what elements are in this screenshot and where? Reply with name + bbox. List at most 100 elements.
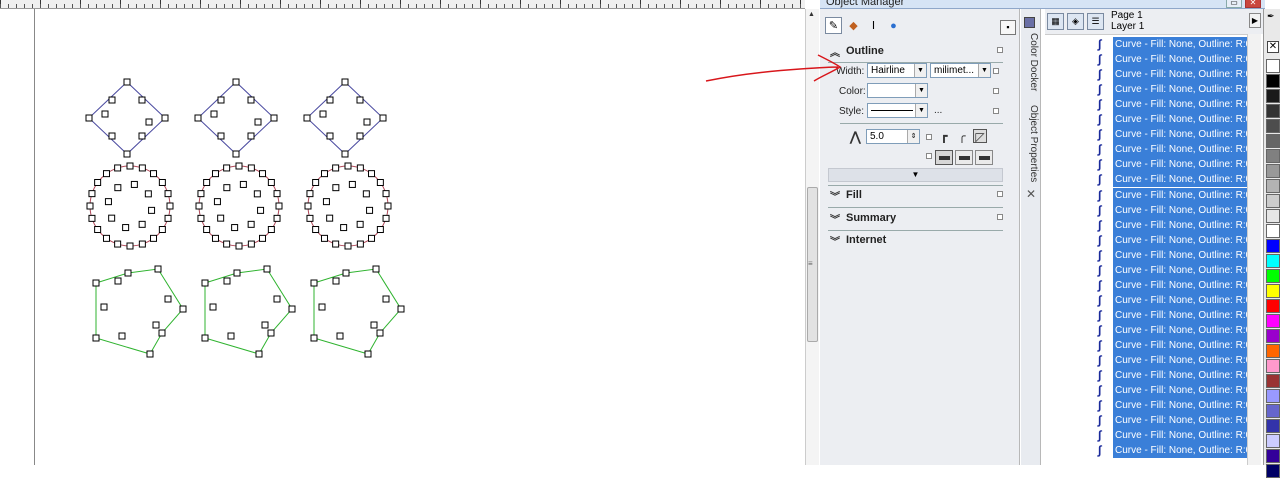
- width-select[interactable]: Hairline ▼: [867, 63, 927, 78]
- color-docker-icon[interactable]: [1024, 17, 1035, 28]
- diamond-curve[interactable]: [197, 81, 275, 155]
- node-handle[interactable]: [146, 350, 154, 358]
- list-item[interactable]: ∫ Curve - Fill: None, Outline: R:0: [1098, 97, 1247, 113]
- node-handle[interactable]: [368, 234, 376, 242]
- list-item[interactable]: ∫ Curve - Fill: None, Outline: R:0: [1098, 67, 1247, 83]
- node-handle[interactable]: [363, 118, 371, 126]
- color-swatch[interactable]: [1266, 299, 1280, 313]
- node-handle[interactable]: [114, 184, 122, 192]
- list-item[interactable]: ∫ Curve - Fill: None, Outline: R:0: [1098, 232, 1247, 248]
- node-handle[interactable]: [320, 234, 328, 242]
- node-handle[interactable]: [270, 114, 278, 122]
- node-handle[interactable]: [247, 240, 255, 248]
- node-handle[interactable]: [130, 180, 138, 188]
- node-handle[interactable]: [223, 164, 231, 172]
- summary-section-header[interactable]: ︾ Summary: [828, 209, 1003, 229]
- node-handle[interactable]: [158, 178, 166, 186]
- node-handle[interactable]: [203, 226, 211, 234]
- list-item[interactable]: ∫ Curve - Fill: None, Outline: R:0: [1098, 292, 1247, 308]
- node-handle[interactable]: [382, 214, 390, 222]
- butt-cap-button[interactable]: [935, 150, 953, 165]
- layer-manager-icon[interactable]: ☰: [1087, 13, 1104, 30]
- node-handle[interactable]: [312, 226, 320, 234]
- node-handle[interactable]: [138, 220, 146, 228]
- node-handle[interactable]: [348, 180, 356, 188]
- color-swatch[interactable]: [1266, 179, 1280, 193]
- edit-across-layers-icon[interactable]: ◈: [1067, 13, 1084, 30]
- node-handle[interactable]: [326, 132, 334, 140]
- node-handle[interactable]: [217, 214, 225, 222]
- pin-icon[interactable]: [993, 88, 999, 94]
- list-item[interactable]: ∫ Curve - Fill: None, Outline: R:0: [1098, 368, 1247, 384]
- node-handle[interactable]: [232, 150, 240, 158]
- node-handle[interactable]: [247, 132, 255, 140]
- close-button[interactable]: ✕: [1245, 0, 1261, 8]
- node-handle[interactable]: [366, 206, 374, 214]
- no-color-swatch[interactable]: ✕: [1267, 41, 1279, 53]
- node-handle[interactable]: [123, 150, 131, 158]
- node-handle[interactable]: [166, 202, 174, 210]
- node-handle[interactable]: [356, 240, 364, 248]
- list-item[interactable]: ∫ Curve - Fill: None, Outline: R:0: [1098, 37, 1247, 52]
- node-handle[interactable]: [376, 226, 384, 234]
- style-more-button[interactable]: ...: [934, 105, 942, 116]
- color-swatch[interactable]: [1266, 419, 1280, 433]
- node-handle[interactable]: [227, 332, 235, 340]
- outline-pen-icon[interactable]: ✎: [825, 17, 842, 34]
- minimize-button[interactable]: ▭: [1226, 0, 1242, 8]
- list-item[interactable]: ∫ Curve - Fill: None, Outline: R:0: [1098, 353, 1247, 369]
- node-handle[interactable]: [326, 96, 334, 104]
- node-handle[interactable]: [356, 132, 364, 140]
- node-handle[interactable]: [101, 110, 109, 118]
- node-handle[interactable]: [364, 350, 372, 358]
- pin-icon[interactable]: [993, 68, 999, 74]
- node-handle[interactable]: [201, 334, 209, 342]
- color-swatch[interactable]: [1266, 134, 1280, 148]
- chevron-down-icon[interactable]: ▼: [915, 104, 927, 117]
- color-swatch[interactable]: [1266, 164, 1280, 178]
- node-handle[interactable]: [123, 78, 131, 86]
- list-item[interactable]: ∫ Curve - Fill: None, Outline: R:0: [1098, 413, 1247, 429]
- node-handle[interactable]: [124, 269, 132, 277]
- color-swatch[interactable]: [1266, 254, 1280, 268]
- color-swatch[interactable]: [1266, 284, 1280, 298]
- node-handle[interactable]: [197, 214, 205, 222]
- node-handle[interactable]: [259, 170, 267, 178]
- node-handle[interactable]: [86, 202, 94, 210]
- list-item[interactable]: ∫ Curve - Fill: None, Outline: R:0: [1098, 338, 1247, 353]
- node-handle[interactable]: [138, 164, 146, 172]
- node-handle[interactable]: [138, 96, 146, 104]
- node-handle[interactable]: [223, 277, 231, 285]
- color-picker[interactable]: ▼: [867, 83, 928, 98]
- node-handle[interactable]: [342, 269, 350, 277]
- chevron-down-icon[interactable]: ▼: [915, 84, 927, 97]
- node-handle[interactable]: [310, 279, 318, 287]
- node-handle[interactable]: [233, 269, 241, 277]
- color-swatch[interactable]: [1266, 224, 1280, 238]
- node-handle[interactable]: [209, 303, 217, 311]
- node-handle[interactable]: [379, 114, 387, 122]
- node-handle[interactable]: [261, 321, 269, 329]
- node-handle[interactable]: [201, 279, 209, 287]
- node-handle[interactable]: [223, 240, 231, 248]
- node-handle[interactable]: [239, 180, 247, 188]
- list-item[interactable]: ∫ Curve - Fill: None, Outline: R:0: [1098, 262, 1247, 278]
- node-handle[interactable]: [148, 206, 156, 214]
- node-handle[interactable]: [267, 329, 275, 337]
- node-handle[interactable]: [108, 132, 116, 140]
- node-handle[interactable]: [144, 190, 152, 198]
- node-handle[interactable]: [179, 305, 187, 313]
- node-handle[interactable]: [88, 190, 96, 198]
- node-handle[interactable]: [376, 329, 384, 337]
- show-properties-icon[interactable]: ▦: [1047, 13, 1064, 30]
- color-swatch[interactable]: [1266, 374, 1280, 388]
- node-handle[interactable]: [195, 202, 203, 210]
- node-handle[interactable]: [114, 277, 122, 285]
- node-handle[interactable]: [306, 190, 314, 198]
- node-handle[interactable]: [340, 224, 348, 232]
- node-handle[interactable]: [267, 178, 275, 186]
- node-handle[interactable]: [312, 178, 320, 186]
- node-handle[interactable]: [332, 184, 340, 192]
- node-handle[interactable]: [326, 214, 334, 222]
- color-swatch[interactable]: [1266, 404, 1280, 418]
